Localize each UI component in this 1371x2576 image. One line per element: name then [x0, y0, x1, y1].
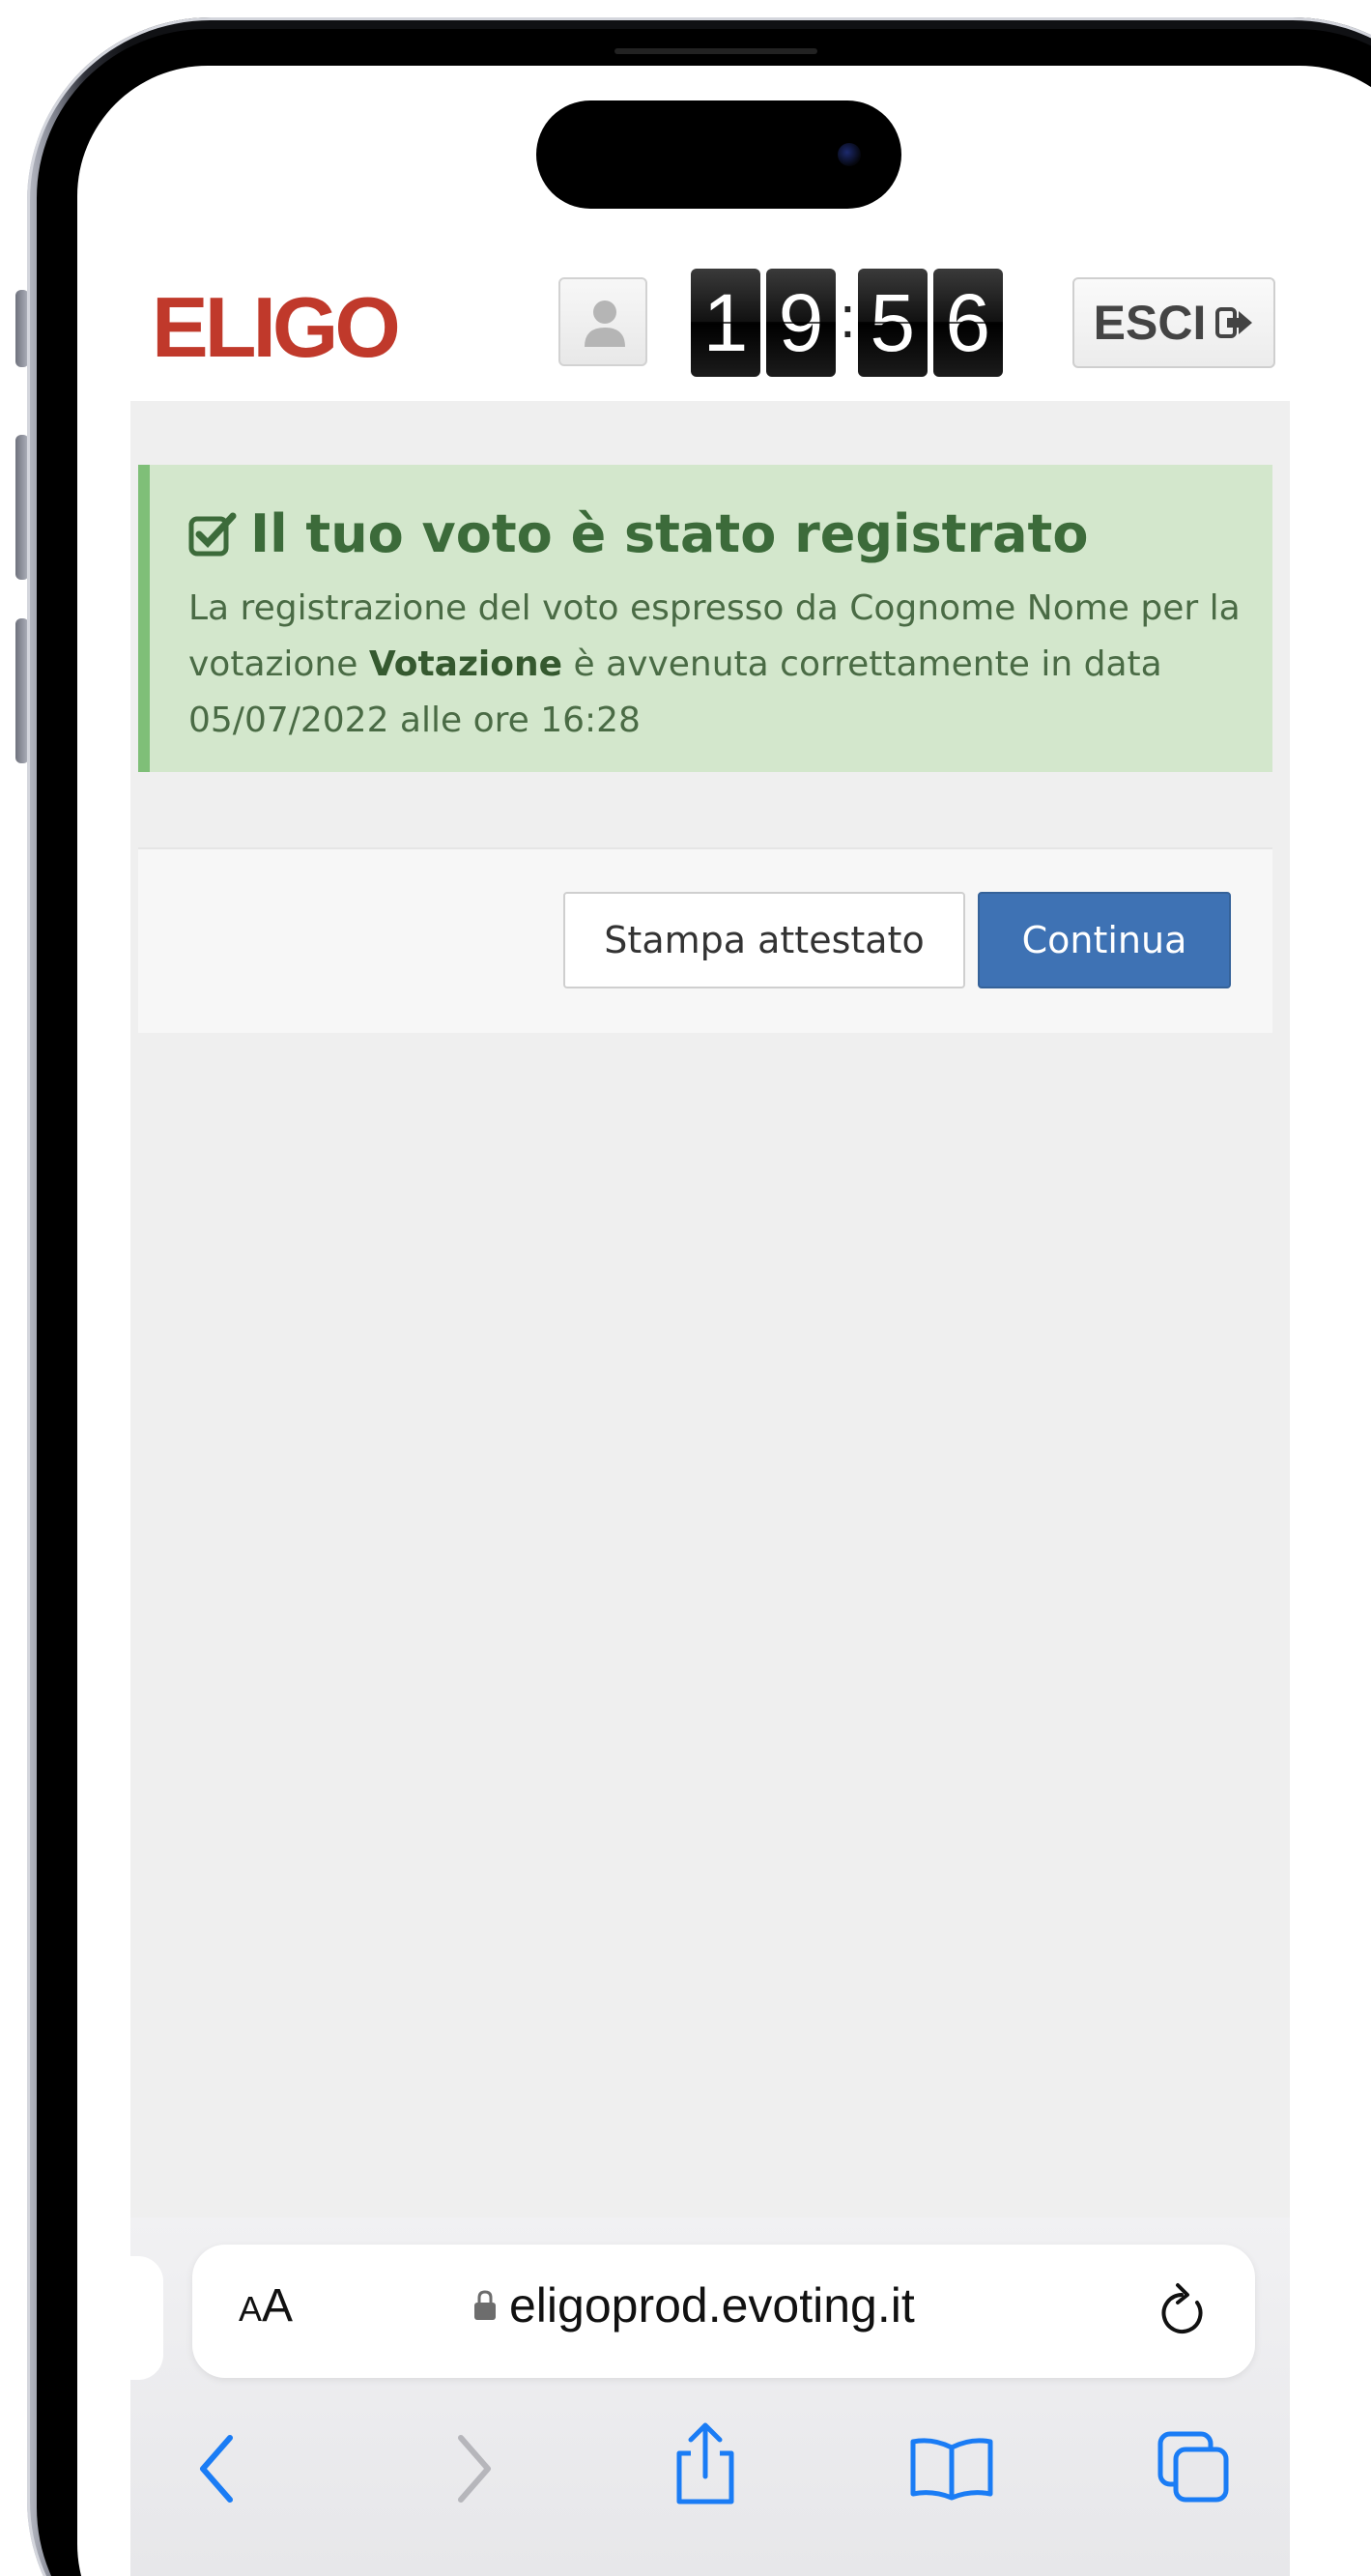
text-size-button[interactable]: AA — [239, 2279, 293, 2333]
dynamic-island — [536, 100, 901, 209]
alert-title: Il tuo voto è stato registrato — [188, 503, 1088, 564]
check-square-icon — [188, 512, 237, 556]
clock-digit: 6 — [932, 269, 1003, 377]
app-header: ELIGO 1 9 : 5 6 ESCI — [130, 246, 1290, 401]
clock-separator: : — [840, 285, 856, 350]
action-panel: Stampa attestato Continua — [138, 847, 1272, 1033]
bookmarks-icon[interactable] — [908, 2434, 995, 2502]
text-size-small: A — [239, 2289, 263, 2329]
back-icon[interactable] — [193, 2430, 242, 2507]
clock-digit: 5 — [857, 269, 928, 377]
url-display: eligoprod.evoting.it — [472, 2277, 915, 2333]
print-certificate-button[interactable]: Stampa attestato — [563, 892, 965, 988]
exit-icon — [1215, 307, 1253, 338]
exit-label: ESCI — [1093, 296, 1207, 350]
eligo-logo: ELIGO — [152, 279, 401, 375]
alert-title-text: Il tuo voto è stato registrato — [250, 503, 1089, 564]
text-size-large: A — [262, 2280, 294, 2332]
continue-button[interactable]: Continua — [978, 892, 1231, 988]
user-button[interactable] — [558, 277, 647, 366]
clock-digit: 9 — [766, 269, 836, 377]
share-icon[interactable] — [671, 2420, 739, 2507]
previous-tab[interactable] — [130, 2256, 163, 2380]
session-timer: 1 9 : 5 6 — [691, 268, 1009, 378]
lock-icon — [474, 2290, 496, 2320]
vote-name: Votazione — [368, 644, 563, 684]
clock-digit: 1 — [691, 269, 760, 377]
exit-button[interactable]: ESCI — [1072, 277, 1275, 368]
user-icon — [585, 301, 625, 347]
camera-icon — [838, 143, 861, 166]
page-content: Il tuo voto è stato registrato La regist… — [130, 401, 1290, 2218]
screenshot: ELIGO 1 9 : 5 6 ESCI Il tuo voto è stato… — [0, 0, 1371, 2576]
tabs-icon[interactable] — [1155, 2428, 1232, 2505]
forward-icon[interactable] — [449, 2430, 498, 2507]
speaker — [614, 48, 817, 54]
success-alert: Il tuo voto è stato registrato La regist… — [138, 465, 1272, 772]
reload-icon[interactable] — [1158, 2281, 1211, 2339]
url-text: eligoprod.evoting.it — [509, 2278, 915, 2333]
browser-nav-row — [130, 2411, 1290, 2527]
address-bar[interactable]: AA eligoprod.evoting.it — [192, 2245, 1255, 2378]
browser-toolbar: AA eligoprod.evoting.it — [130, 2218, 1290, 2576]
alert-message: La registrazione del voto espresso da Co… — [188, 581, 1261, 749]
